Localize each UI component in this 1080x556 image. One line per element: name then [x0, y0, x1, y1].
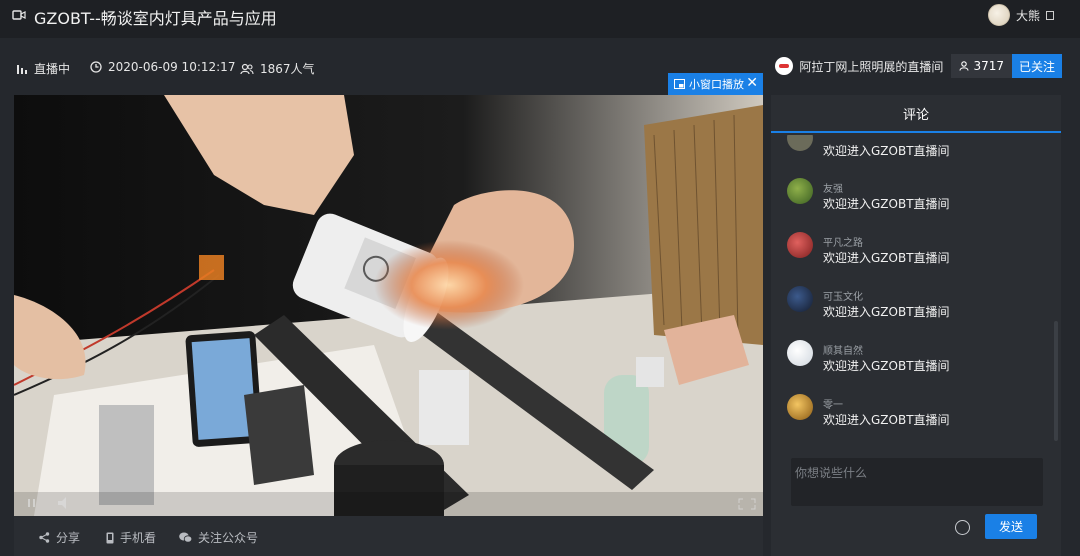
live-status: 直播中 [16, 60, 70, 77]
mobile-phone-icon [106, 532, 114, 543]
share-label: 分享 [56, 531, 81, 545]
start-time: 2020-06-09 10:12:17 [90, 60, 235, 74]
video-frame[interactable] [14, 95, 763, 516]
comment-author: 零一 [823, 400, 843, 411]
wechat-icon [179, 532, 192, 543]
list-item: … 欢迎进入GZOBT直播间 [787, 135, 1047, 165]
user-name[interactable]: 大熊 [1016, 7, 1040, 24]
info-bar: 直播中 2020-06-09 10:12:17 1867人气 阿拉丁网上照明展的… [0, 38, 1080, 95]
comment-list[interactable]: … 欢迎进入GZOBT直播间 友强 欢迎进入GZOBT直播间 平凡之路 欢迎进入… [771, 135, 1061, 453]
title-bar: GZOBT--畅谈室内灯具产品与应用 大熊 [0, 0, 1080, 38]
comment-panel: 评论 … 欢迎进入GZOBT直播间 友强 欢迎进入GZOBT直播间 平凡之路 欢… [771, 95, 1061, 556]
anchor-info: 阿拉丁网上照明展的直播间 3717 已关注 [775, 54, 1062, 78]
mobile-watch-label: 手机看 [120, 531, 157, 545]
list-item: 顺其自然 欢迎进入GZOBT直播间 [787, 340, 1047, 380]
comment-author: … [823, 135, 833, 138]
video-player[interactable] [14, 95, 763, 516]
picture-in-picture-button[interactable]: 小窗口播放 ✕ [668, 73, 763, 95]
scrollbar[interactable] [1054, 321, 1058, 441]
avatar [787, 286, 813, 312]
chevron-down-icon[interactable] [1046, 10, 1054, 20]
popularity: 1867人气 [240, 60, 315, 77]
avatar [787, 178, 813, 204]
follow-wechat-button[interactable]: 关注公众号 [179, 529, 258, 546]
start-time-label: 2020-06-09 10:12:17 [108, 60, 236, 74]
send-button[interactable]: 发送 [985, 514, 1037, 539]
list-item: 友强 欢迎进入GZOBT直播间 [787, 178, 1047, 218]
list-item: 平凡之路 欢迎进入GZOBT直播间 [787, 232, 1047, 272]
comment-author: 顺其自然 [823, 346, 863, 357]
live-status-label: 直播中 [34, 62, 71, 76]
fans-count-value: 3717 [973, 59, 1004, 73]
comment-input[interactable]: 你想说些什么 [791, 458, 1043, 506]
video-camera-icon [12, 10, 26, 20]
people-icon [240, 63, 254, 74]
comment-text: 欢迎进入GZOBT直播间 [823, 359, 950, 373]
avatar [787, 232, 813, 258]
bar-chart-icon [17, 64, 27, 74]
follow-button[interactable]: 已关注 [1011, 54, 1062, 78]
comment-tab[interactable]: 评论 [771, 95, 1061, 133]
mobile-watch-button[interactable]: 手机看 [106, 529, 156, 546]
avatar [787, 340, 813, 366]
clock-icon [90, 61, 102, 73]
avatar [787, 394, 813, 420]
anchor-name[interactable]: 阿拉丁网上照明展的直播间 [799, 58, 943, 75]
comment-text: 欢迎进入GZOBT直播间 [823, 251, 950, 265]
emoji-icon[interactable] [955, 520, 970, 535]
follow-wechat-label: 关注公众号 [198, 531, 259, 545]
video-actions-bar: 分享 手机看 关注公众号 [14, 516, 763, 556]
avatar [787, 135, 813, 151]
page-title: GZOBT--畅谈室内灯具产品与应用 [34, 9, 277, 28]
comment-author: 友强 [823, 184, 843, 195]
comment-text: 欢迎进入GZOBT直播间 [823, 413, 950, 427]
popularity-label: 1867人气 [260, 62, 315, 76]
list-item: 可玉文化 欢迎进入GZOBT直播间 [787, 286, 1047, 326]
fans-count: 3717 [951, 54, 1012, 78]
user-menu[interactable]: 大熊 [987, 4, 1054, 26]
comment-author: 可玉文化 [823, 292, 863, 303]
anchor-logo[interactable] [775, 57, 794, 75]
avatar[interactable] [987, 4, 1010, 26]
pip-icon [674, 79, 685, 89]
pip-label: 小窗口播放 [689, 78, 744, 91]
comment-author: 平凡之路 [823, 238, 863, 249]
comment-text: 欢迎进入GZOBT直播间 [823, 197, 950, 211]
list-item: 零一 欢迎进入GZOBT直播间 [787, 394, 1047, 434]
user-icon [959, 61, 969, 71]
close-icon[interactable]: ✕ [746, 76, 758, 90]
share-button[interactable]: 分享 [39, 529, 80, 546]
comment-text: 欢迎进入GZOBT直播间 [823, 305, 950, 319]
share-icon [39, 532, 50, 543]
comment-text: 欢迎进入GZOBT直播间 [823, 144, 950, 158]
